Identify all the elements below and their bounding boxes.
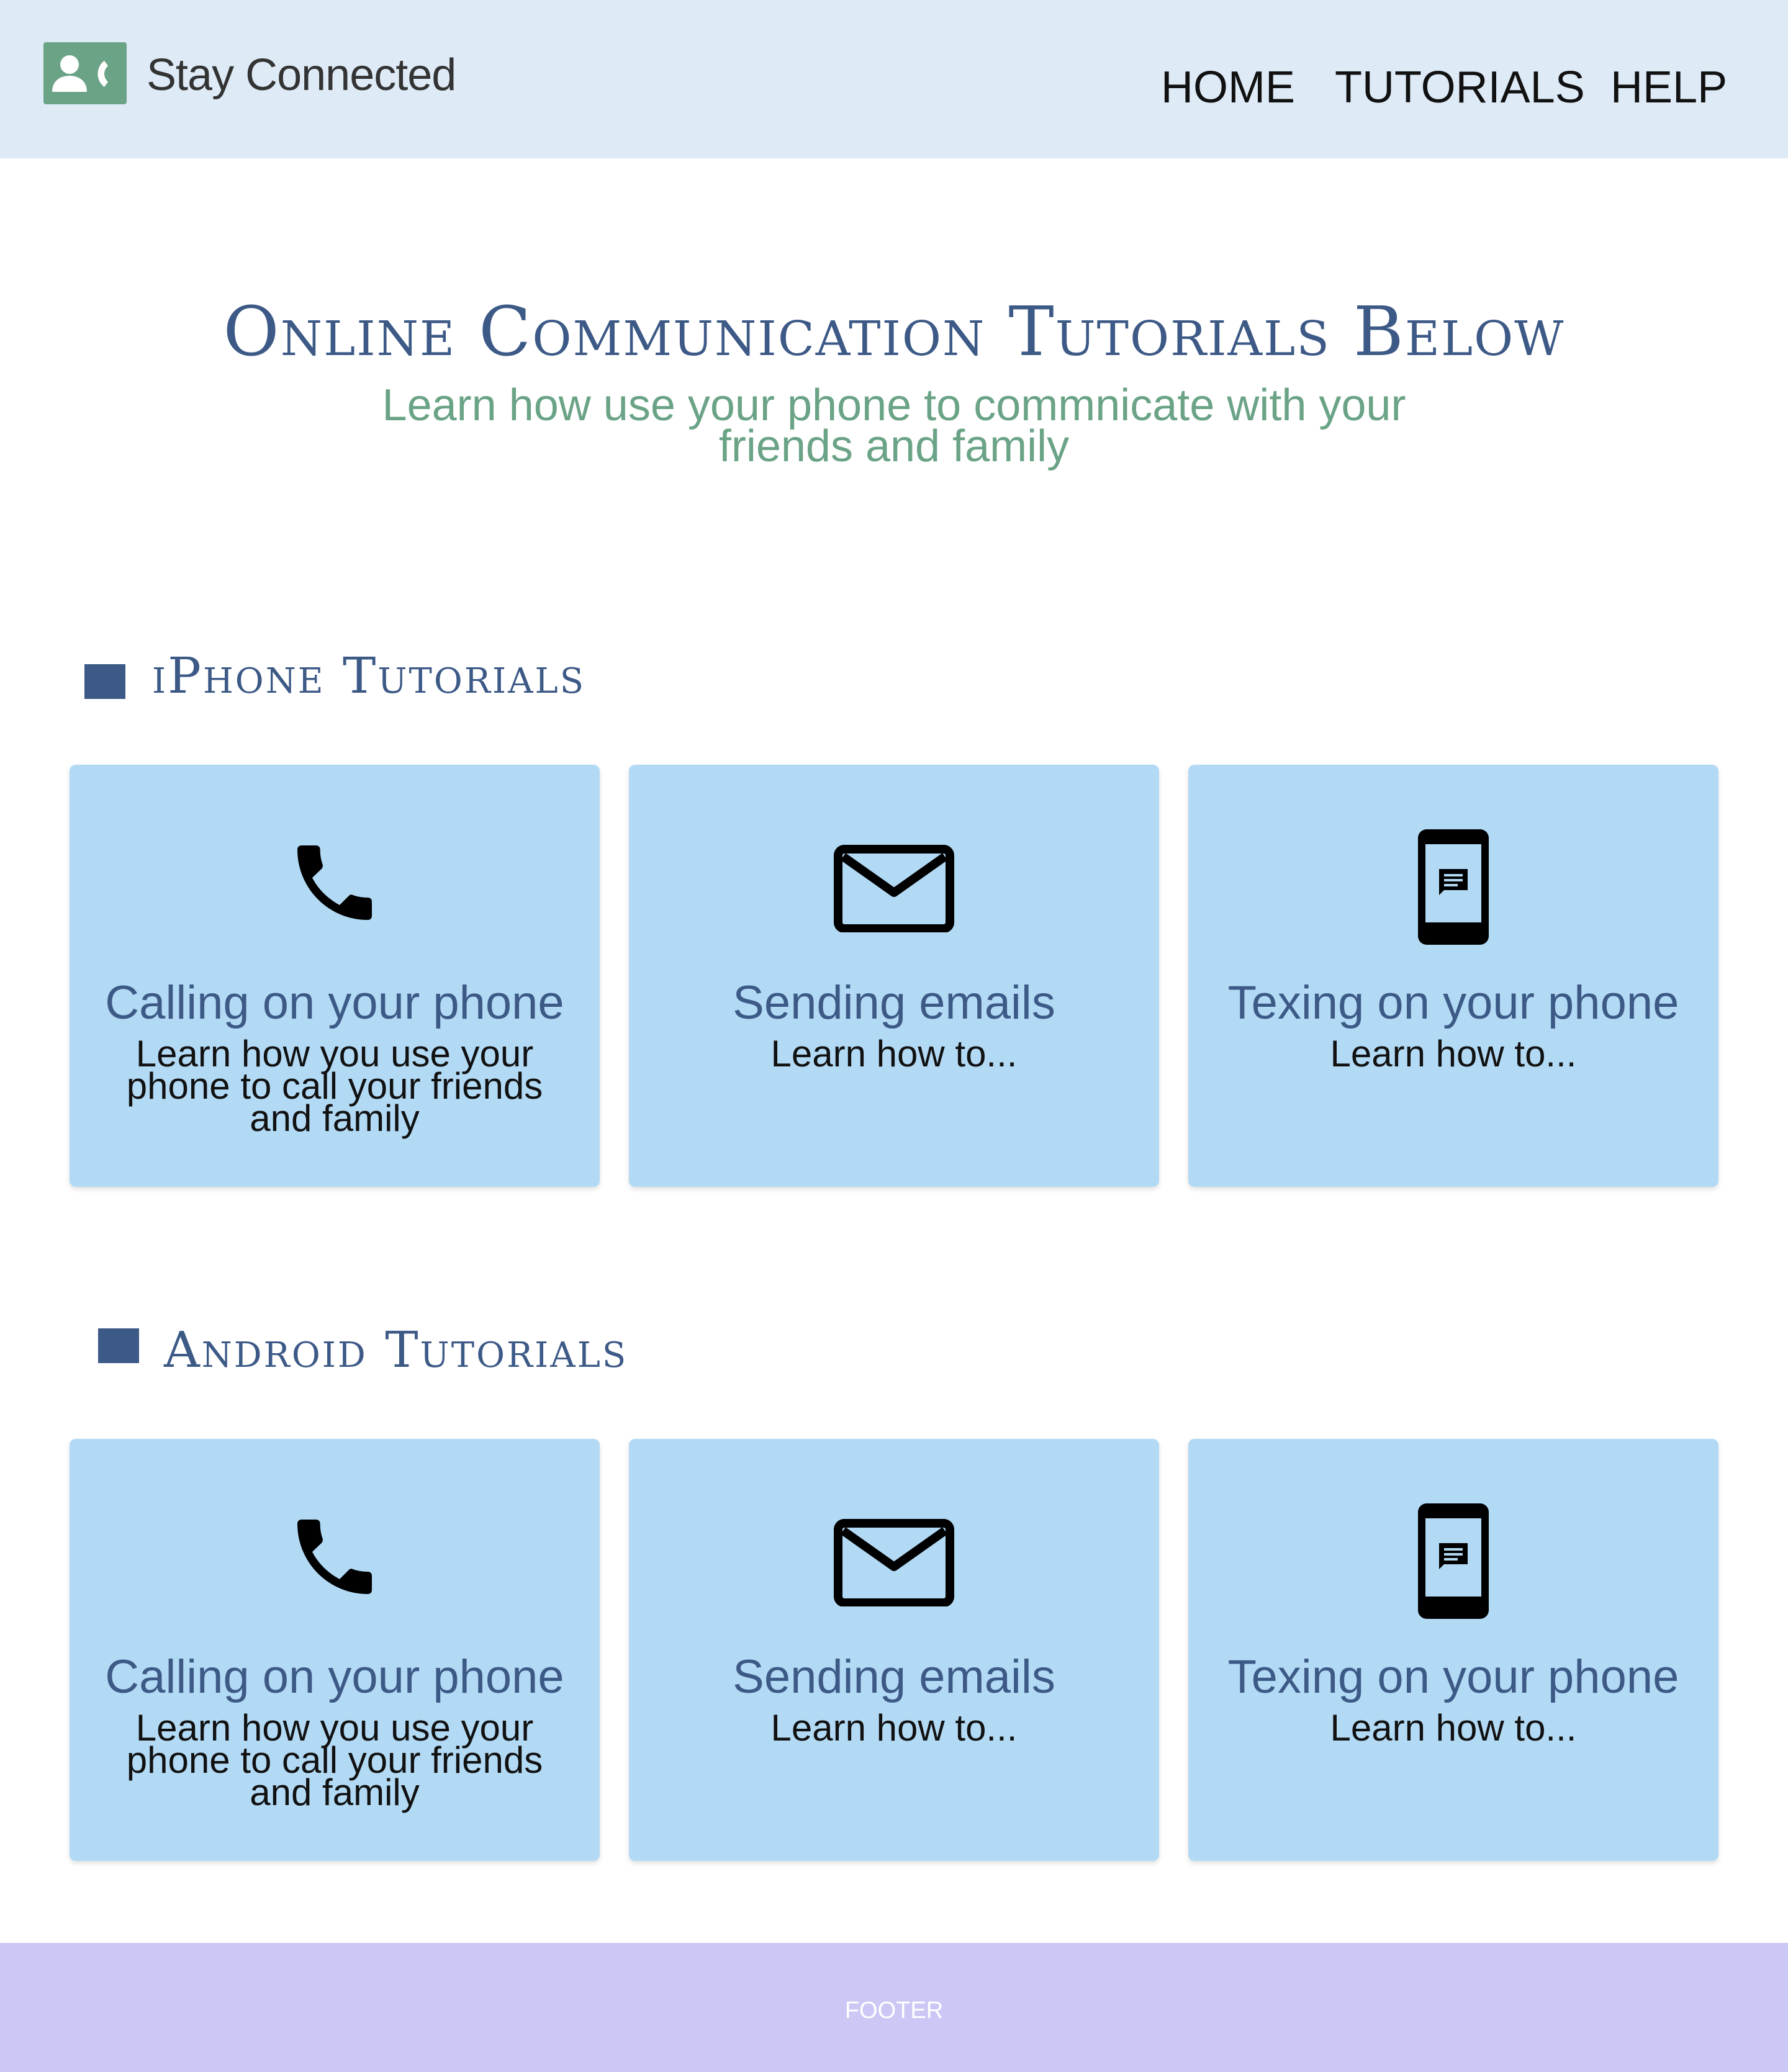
card-title: Texing on your phone [1227, 1651, 1679, 1703]
card-android-emails[interactable]: Sending emails Learn how to... [629, 1439, 1159, 1861]
smartphone-message-icon [1188, 1500, 1718, 1624]
footer: FOOTER [0, 1943, 1788, 2072]
smartphone-message-icon [1188, 826, 1718, 950]
card-description: Learn how to... [1330, 1033, 1577, 1074]
nav-home[interactable]: HOME [1161, 62, 1295, 113]
card-iphone-emails[interactable]: Sending emails Learn how to... [629, 765, 1159, 1187]
phone-icon [70, 833, 600, 957]
card-iphone-texting[interactable]: Texing on your phone Learn how to... [1188, 765, 1718, 1187]
card-android-calling[interactable]: Calling on your phone Learn how you use … [70, 1439, 600, 1861]
page-title: Online Communication Tutorials Below [223, 292, 1565, 371]
section-marker [84, 664, 125, 699]
card-title: Calling on your phone [105, 976, 564, 1029]
card-title: Calling on your phone [105, 1651, 564, 1703]
section-title-android: Android Tutorials [164, 1321, 628, 1379]
card-iphone-calling[interactable]: Calling on your phone Learn how you use … [70, 765, 600, 1187]
nav-help[interactable]: HELP [1610, 62, 1727, 113]
footer-text: FOOTER [844, 1998, 944, 2024]
card-description: Learn how you use your phone to call you… [126, 1033, 543, 1139]
site-brand[interactable]: Stay Connected [147, 50, 456, 101]
nav-tutorials[interactable]: TUTORIALS [1335, 62, 1585, 113]
contact-call-logo-icon[interactable] [43, 42, 127, 104]
phone-icon [70, 1507, 600, 1631]
card-title: Sending emails [733, 976, 1055, 1029]
mail-icon [629, 1507, 1159, 1631]
section-title-iphone: iPhone Tutorials [152, 647, 586, 705]
card-android-texting[interactable]: Texing on your phone Learn how to... [1188, 1439, 1718, 1861]
card-description: Learn how you use your phone to call you… [126, 1707, 543, 1813]
card-description: Learn how to... [1330, 1707, 1577, 1749]
section-marker [98, 1328, 139, 1363]
card-description: Learn how to... [770, 1033, 1018, 1074]
card-description: Learn how to... [770, 1707, 1018, 1749]
header: Stay Connected HOME TUTORIALS HELP [0, 0, 1788, 158]
card-title: Texing on your phone [1227, 976, 1679, 1029]
mail-icon [629, 833, 1159, 957]
page-subtitle: Learn how use your phone to commnicate w… [382, 381, 1406, 471]
card-title: Sending emails [733, 1651, 1055, 1703]
